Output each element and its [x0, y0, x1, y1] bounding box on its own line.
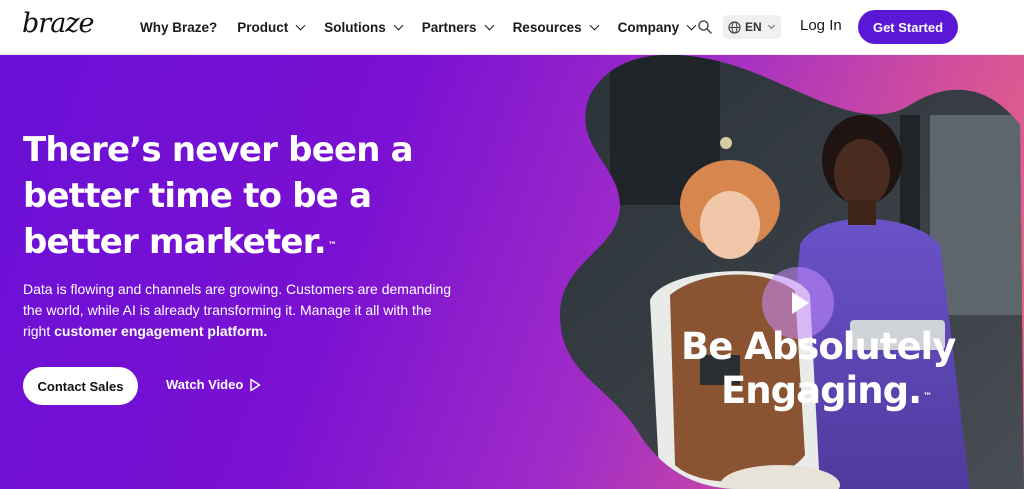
get-started-button[interactable]: Get Started: [858, 10, 958, 44]
globe-icon: [728, 20, 741, 34]
chevron-down-icon: [393, 20, 404, 31]
search-icon[interactable]: [697, 19, 713, 35]
nav-item-company[interactable]: Company: [617, 20, 697, 35]
top-navigation: braze Why Braze? Product Solutions Partn…: [0, 0, 1024, 55]
nav-item-resources[interactable]: Resources: [512, 20, 600, 35]
nav-item-label: Resources: [512, 20, 582, 35]
play-outline-icon: [250, 378, 261, 391]
headline-line: better marketer. ™: [23, 219, 443, 265]
hero-section: There’s never been a better time to be a…: [0, 55, 1024, 489]
headline-line: better time to be a: [23, 176, 372, 216]
headline-line-text: better marketer.: [23, 222, 327, 262]
chevron-down-icon: [589, 20, 600, 31]
chevron-down-icon: [767, 21, 775, 30]
nav-item-label: Solutions: [324, 20, 386, 35]
language-code: EN: [745, 20, 762, 34]
nav-item-product[interactable]: Product: [237, 20, 306, 35]
login-link[interactable]: Log In: [800, 17, 842, 34]
video-title-line2-wrap: Engaging. ™: [681, 369, 1001, 413]
nav-item-why-braze[interactable]: Why Braze?: [140, 20, 217, 35]
trademark-mark: ™: [327, 241, 337, 251]
nav-item-solutions[interactable]: Solutions: [324, 20, 404, 35]
nav-item-label: Why Braze?: [140, 20, 218, 35]
chevron-down-icon: [686, 20, 697, 31]
video-title-line1: Be Absolutely: [681, 325, 956, 368]
chevron-down-icon: [295, 20, 306, 31]
chevron-down-icon: [484, 20, 495, 31]
watch-video-link[interactable]: Watch Video: [166, 377, 261, 392]
nav-item-label: Partners: [421, 20, 477, 35]
language-selector[interactable]: EN: [723, 15, 781, 39]
watch-video-label: Watch Video: [166, 377, 244, 392]
contact-sales-button[interactable]: Contact Sales: [23, 367, 138, 405]
trademark-mark: ™: [923, 392, 933, 402]
subtext-bold: customer engagement platform.: [54, 323, 268, 339]
main-menu: Why Braze? Product Solutions Partners Re…: [140, 0, 715, 55]
headline-line: There’s never been a: [23, 130, 414, 170]
video-title-line2: Engaging.: [721, 369, 922, 412]
hero-subtext: Data is flowing and channels are growing…: [23, 279, 453, 342]
nav-item-label: Product: [237, 20, 289, 35]
braze-logo[interactable]: braze: [22, 8, 94, 39]
nav-item-label: Company: [617, 20, 680, 35]
play-icon: [792, 292, 809, 314]
nav-item-partners[interactable]: Partners: [421, 20, 495, 35]
video-overlay-title: Be Absolutely Engaging. ™: [681, 325, 1001, 413]
hero-headline: There’s never been a better time to be a…: [23, 127, 443, 265]
